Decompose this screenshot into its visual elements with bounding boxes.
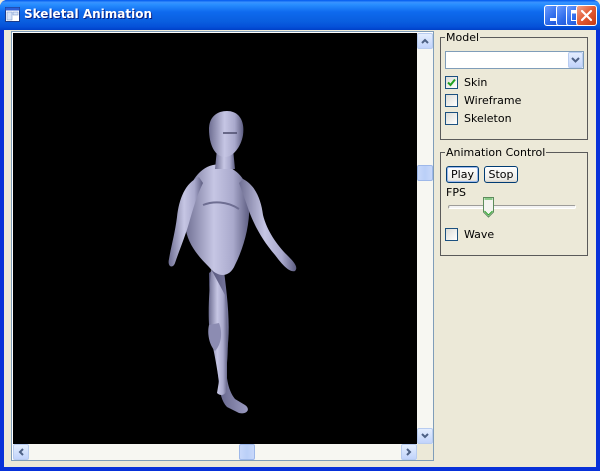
scroll-corner [417,444,433,460]
horizontal-scroll-thumb[interactable] [239,444,255,460]
model-select-dropdown-button[interactable] [568,52,583,68]
scroll-right-button[interactable] [401,444,417,460]
wave-checkbox[interactable] [445,228,458,241]
close-icon [580,9,593,22]
chevron-down-icon [421,433,429,439]
wave-label: Wave [464,228,495,241]
vertical-scroll-thumb[interactable] [417,165,433,181]
wireframe-label: Wireframe [464,94,522,107]
fps-label: FPS [446,186,466,199]
skeletal-figure-render [168,111,297,414]
skeleton-checkbox[interactable] [445,112,458,125]
fps-slider-track[interactable] [448,205,576,209]
model-select[interactable] [445,51,584,69]
chevron-up-icon [421,38,429,44]
title-bar[interactable]: Skeletal Animation [0,0,600,30]
skin-label: Skin [464,76,488,89]
checkmark-icon [447,78,456,87]
close-button[interactable] [576,5,597,26]
render-scene[interactable] [13,33,417,444]
horizontal-scrollbar[interactable] [13,444,417,460]
wireframe-checkbox[interactable] [445,94,458,107]
fps-slider-thumb[interactable] [483,197,494,218]
model-group: Model Skin Wireframe Skeleton [440,31,588,140]
render-viewport[interactable] [11,31,434,461]
main-window: Skeletal Animation Model Skin Wireframe … [0,0,600,471]
chevron-right-icon [406,448,412,456]
vertical-scrollbar[interactable] [417,33,433,444]
animation-control-legend: Animation Control [445,146,547,159]
model-group-legend: Model [445,31,481,44]
chevron-left-icon [18,448,24,456]
scroll-up-button[interactable] [417,33,433,49]
client-area: Model Skin Wireframe Skeleton Animation … [4,30,596,467]
skin-checkbox[interactable] [445,76,458,89]
skeleton-label: Skeleton [464,112,512,125]
window-title: Skeletal Animation [24,7,152,21]
animation-control-group: Animation Control Play Stop FPS Wave [440,146,588,256]
app-icon [5,7,20,22]
scroll-down-button[interactable] [417,428,433,444]
chevron-down-icon [571,57,580,63]
scroll-left-button[interactable] [13,444,29,460]
play-button[interactable]: Play [446,166,479,183]
stop-button[interactable]: Stop [484,166,518,183]
